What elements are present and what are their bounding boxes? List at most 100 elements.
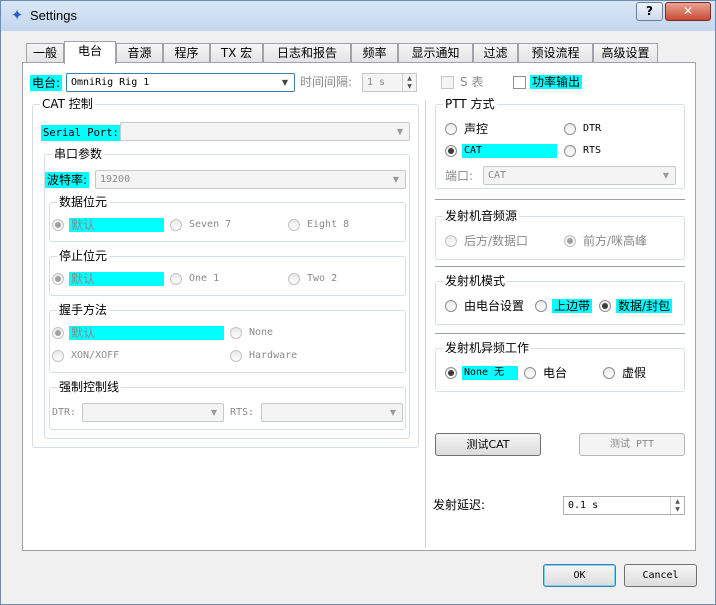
data-bits-group: 数据位元 默认 Seven 7 Eight 8 [49, 195, 406, 242]
close-button[interactable]: ✕ [665, 2, 711, 21]
ptt-cat-label: CAT [462, 144, 557, 158]
tx-mode-usb-label: 上边带 [552, 299, 593, 313]
stop-bits-title: 停止位元 [57, 249, 110, 263]
stop-bits-default-label: 默认 [69, 272, 164, 286]
stop-bits-two-radio[interactable]: Two 2 [288, 271, 398, 287]
tab-advanced[interactable]: 高级设置 [593, 43, 658, 63]
ptt-cat-radio[interactable]: CAT [445, 143, 557, 159]
column-divider [425, 100, 426, 548]
serial-port-select[interactable]: ▼ [120, 122, 410, 141]
split-none-label: None 无 [462, 366, 518, 380]
tab-presets[interactable]: 预设流程 [518, 43, 593, 63]
data-bits-eight-radio[interactable]: Eight 8 [288, 217, 398, 233]
handshake-title: 握手方法 [57, 303, 110, 317]
radio-dot [52, 350, 64, 362]
chevron-down-icon: ▼ [210, 408, 218, 417]
poll-interval-value: 1 s [367, 77, 386, 88]
serial-params-title: 串口参数 [52, 147, 105, 161]
split-operation-group: 发射机异频工作 None 无 电台 虚假 [435, 341, 685, 392]
rts-select[interactable]: ▼ [261, 403, 403, 422]
stop-bits-default-radio[interactable]: 默认 [52, 271, 164, 287]
cancel-button[interactable]: Cancel [624, 564, 697, 587]
split-fake-label: 虚假 [622, 366, 647, 380]
test-ptt-button[interactable]: 测试 PTT [579, 433, 685, 456]
tab-frequencies[interactable]: 频率 [351, 43, 398, 63]
radio-dot [564, 145, 576, 157]
handshake-hardware-radio[interactable]: Hardware [230, 348, 340, 364]
tx-audio-rear-radio[interactable]: 后方/数据口 [445, 233, 555, 249]
handshake-none-radio[interactable]: None [230, 325, 340, 341]
ptt-vox-radio[interactable]: 声控 [445, 121, 555, 137]
radio-select[interactable]: OmniRig Rig 1 ▼ [66, 73, 295, 92]
radio-dot [170, 219, 182, 231]
radio-dot [52, 327, 64, 339]
rts-label: RTS: [230, 407, 255, 418]
tx-mode-usb-radio[interactable]: 上边带 [535, 298, 593, 314]
radio-dot [445, 145, 457, 157]
ptt-method-group: PTT 方式 声控 DTR CAT RTS 端口: CAT ▼ [435, 97, 685, 189]
tx-delay-label: 发射延迟: [433, 498, 486, 512]
chevron-down-icon: ▼ [662, 171, 670, 180]
stop-bits-group: 停止位元 默认 One 1 Two 2 [49, 249, 406, 296]
split-rig-radio[interactable]: 电台 [524, 365, 594, 381]
data-bits-seven-radio[interactable]: Seven 7 [170, 217, 280, 233]
ok-button[interactable]: OK [543, 564, 616, 587]
tab-general[interactable]: 一般 [26, 43, 64, 63]
dtr-select[interactable]: ▼ [82, 403, 224, 422]
radio-dot [52, 219, 64, 231]
ptt-port-label: 端口: [445, 169, 474, 183]
handshake-default-radio[interactable]: 默认 [52, 325, 224, 341]
help-button[interactable]: ? [636, 2, 663, 21]
ptt-port-select[interactable]: CAT ▼ [483, 166, 676, 185]
tab-colors[interactable]: 显示通知 [398, 43, 473, 63]
radio-select-value: OmniRig Rig 1 [71, 77, 150, 88]
radio-dot [445, 367, 457, 379]
poll-interval-spinbox[interactable]: 1 s ▲ ▼ [362, 73, 417, 92]
radio-dot [564, 235, 576, 247]
split-fake-radio[interactable]: 虚假 [603, 365, 673, 381]
tx-audio-front-radio[interactable]: 前方/咪高峰 [564, 233, 674, 249]
radio-dot [445, 123, 457, 135]
chevron-down-icon: ▼ [281, 78, 289, 87]
chevron-down-icon: ▼ [392, 175, 400, 184]
force-lines-title: 强制控制线 [57, 380, 122, 394]
section-divider [435, 266, 685, 267]
s-meter-label: S 表 [460, 75, 484, 89]
stop-bits-two-label: Two 2 [307, 273, 338, 284]
s-meter-checkbox[interactable]: S 表 [441, 74, 501, 90]
stop-bits-one-radio[interactable]: One 1 [170, 271, 280, 287]
tab-tx-macros[interactable]: TX 宏 [210, 43, 263, 63]
tab-filters[interactable]: 过滤 [473, 43, 518, 63]
data-bits-default-radio[interactable]: 默认 [52, 217, 164, 233]
checkbox-box [513, 76, 526, 89]
handshake-xonxoff-radio[interactable]: XON/XOFF [52, 348, 162, 364]
tab-audio[interactable]: 音源 [116, 43, 163, 63]
tx-mode-data-radio[interactable]: 数据/封包 [599, 298, 679, 314]
ptt-rts-label: RTS [583, 145, 602, 156]
app-icon: ✦ [10, 6, 24, 24]
title-bar: ✦ Settings ? ✕ [1, 1, 715, 31]
tx-mode-rig-radio[interactable]: 由电台设置 [445, 298, 530, 314]
ptt-dtr-radio[interactable]: DTR [564, 121, 674, 137]
spin-down-icon[interactable]: ▼ [402, 82, 416, 91]
window-title: Settings [30, 8, 77, 23]
baud-select[interactable]: 19200 ▼ [95, 170, 406, 189]
spin-down-icon[interactable]: ▼ [670, 505, 684, 514]
radio-dot [603, 367, 615, 379]
force-lines-group: 强制控制线 DTR: ▼ RTS: ▼ [49, 380, 406, 430]
power-output-label: 功率输出 [530, 75, 583, 89]
power-output-checkbox[interactable]: 功率输出 [513, 74, 593, 90]
tx-delay-spinbox[interactable]: 0.1 s ▲ ▼ [563, 496, 685, 515]
split-none-radio[interactable]: None 无 [445, 365, 520, 381]
radio-dot [52, 273, 64, 285]
section-divider [435, 199, 685, 200]
test-cat-button[interactable]: 测试CAT [435, 433, 541, 456]
serial-params-group: 串口参数 波特率: 19200 ▼ 数据位元 默认 Seven 7 Eight … [44, 147, 410, 439]
tab-software[interactable]: 程序 [163, 43, 210, 63]
radio-dot [230, 350, 242, 362]
settings-window: ✦ Settings ? ✕ 一般 电台 音源 程序 TX 宏 日志和报告 频率… [0, 0, 716, 605]
tab-radio[interactable]: 电台 [64, 41, 116, 64]
tab-reporting[interactable]: 日志和报告 [263, 43, 351, 63]
data-bits-seven-label: Seven 7 [189, 219, 232, 230]
ptt-rts-radio[interactable]: RTS [564, 143, 674, 159]
